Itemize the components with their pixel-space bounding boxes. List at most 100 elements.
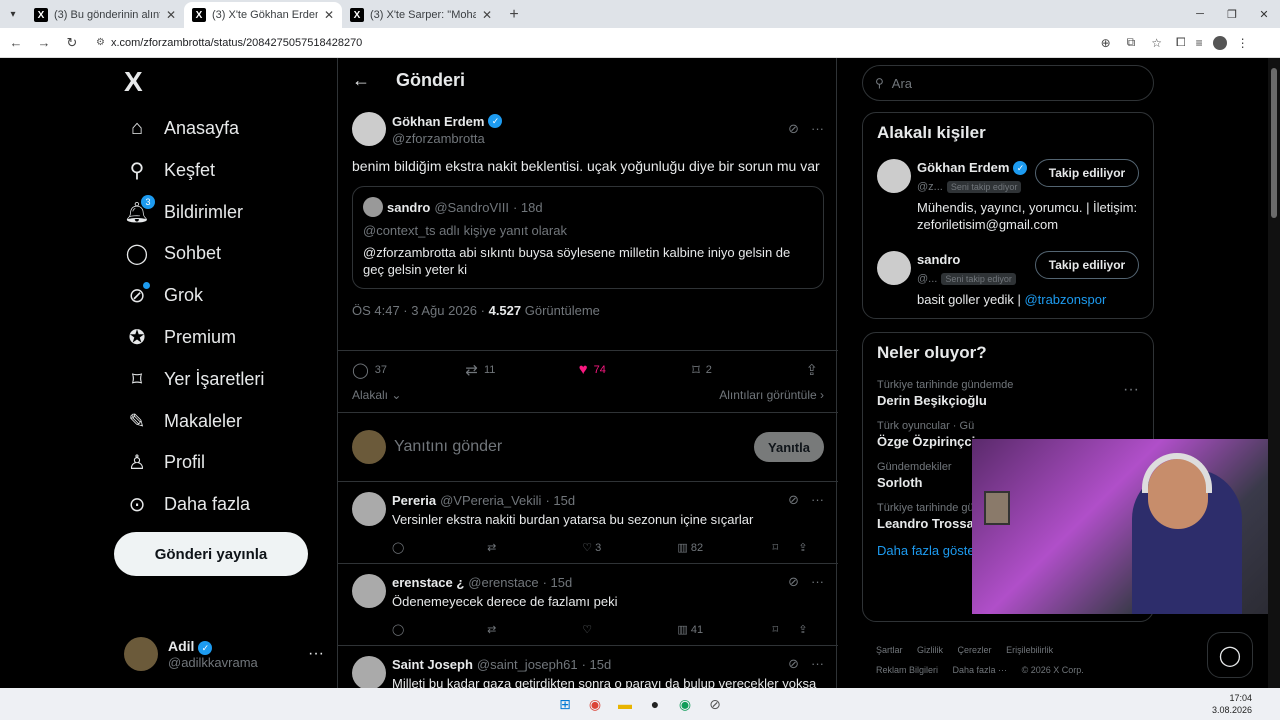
close-window-icon[interactable]: ✕	[1248, 0, 1280, 28]
chrome-profile-icon[interactable]: ◉	[674, 693, 696, 715]
bio-link[interactable]: @trabzonspor	[1024, 292, 1106, 307]
avatar[interactable]	[352, 574, 386, 608]
avatar[interactable]	[352, 656, 386, 688]
chrome-icon[interactable]: ◉	[584, 693, 606, 715]
related-person[interactable]: Gökhan Erdem ✓ @z... Seni takip ediyor Müh…	[863, 153, 1153, 239]
forward-icon[interactable]: →	[32, 31, 56, 55]
trend-item[interactable]: Türkiye tarihinde gündemde Derin Beşikçi…	[863, 373, 1153, 414]
page-scrollbar[interactable]	[1268, 58, 1280, 688]
post-button[interactable]: Gönderi yayınla	[114, 532, 308, 576]
reload-icon[interactable]: ↻	[60, 31, 84, 55]
avatar[interactable]	[352, 492, 386, 526]
scrollbar-thumb[interactable]	[1271, 68, 1277, 218]
share-icon[interactable]: ⇪	[798, 623, 824, 636]
more-icon[interactable]: ···	[811, 574, 824, 590]
restore-icon[interactable]: ❐	[1216, 0, 1248, 28]
tab-search-icon[interactable]: ▾	[0, 0, 26, 28]
like-button[interactable]: ♡ 3	[582, 541, 677, 554]
sidebar-item-notifications[interactable]: 🔔︎ 3 Bildirimler	[124, 192, 243, 232]
tweet-author-handle[interactable]: @zforzambrotta	[392, 131, 502, 146]
app-icon[interactable]: ⊘	[704, 693, 726, 715]
sidebar-item-more[interactable]: ⊙ Daha fazla	[124, 484, 250, 524]
reply-icon[interactable]: ◯	[392, 623, 487, 636]
views-button[interactable]: ▥ 41	[677, 623, 772, 636]
avatar[interactable]	[352, 112, 386, 146]
like-button[interactable]: ♥ 74	[579, 361, 692, 378]
views-button[interactable]: ▥ 82	[677, 541, 772, 554]
bookmark-button[interactable]: ⌑ 2	[692, 361, 805, 379]
bookmark-icon[interactable]: ⌑	[773, 623, 799, 636]
share-button[interactable]: ⇪	[805, 361, 824, 379]
grok-icon[interactable]: ⊘	[788, 121, 799, 137]
like-button[interactable]: ♡	[582, 623, 677, 636]
file-explorer-icon[interactable]: ▬	[614, 693, 636, 715]
following-button[interactable]: Takip ediliyor	[1035, 159, 1139, 187]
more-icon[interactable]: ···	[811, 492, 824, 508]
tweet-author-name[interactable]: Gökhan Erdem	[392, 114, 484, 129]
footer-link[interactable]: Şartlar	[876, 645, 903, 655]
reply-button[interactable]: ◯ 37	[352, 361, 465, 379]
sidebar-item-home[interactable]: ⌂ Anasayfa	[124, 108, 239, 148]
reply-submit-button[interactable]: Yanıtla	[754, 432, 824, 462]
avatar[interactable]	[877, 251, 911, 285]
site-info-icon[interactable]: ⚙	[96, 37, 105, 48]
obs-icon[interactable]: ●	[644, 693, 666, 715]
grok-icon[interactable]: ⊘	[788, 574, 799, 590]
browser-tab[interactable]: X (3) X'te Sarper: "Mohamed bizim ✕	[342, 2, 500, 28]
messages-fab[interactable]: ◯	[1207, 632, 1253, 678]
reply-icon[interactable]: ◯	[392, 541, 487, 554]
account-switcher[interactable]: Adil ✓ @adilkkavrama ···	[124, 632, 324, 676]
avatar[interactable]	[877, 159, 911, 193]
address-bar[interactable]: ⚙ x.com/zforzambrotta/status/20842750575…	[90, 30, 1170, 55]
repost-icon[interactable]: ⇄	[487, 623, 582, 636]
sidebar-item-grok[interactable]: ⊘ Grok	[124, 275, 203, 315]
repost-button[interactable]: ⇄ 11	[465, 361, 578, 379]
footer-link[interactable]: Reklam Bilgileri	[876, 665, 938, 675]
profile-avatar-icon[interactable]	[1212, 35, 1227, 50]
sidebar-item-chat[interactable]: ◯ Sohbet	[124, 233, 221, 273]
more-icon[interactable]: ···	[1123, 381, 1139, 399]
x-logo-icon[interactable]: X	[124, 66, 143, 98]
system-clock[interactable]: 17:04 3.08.2026	[1212, 692, 1252, 716]
sidebar-item-articles[interactable]: ✎ Makaleler	[124, 401, 242, 441]
reply-input[interactable]: Yanıtını gönder	[394, 438, 754, 456]
bookmark-star-icon[interactable]: ☆	[1151, 36, 1162, 50]
search-input[interactable]: ⚲ Ara	[862, 65, 1154, 101]
windows-start-icon[interactable]: ⊞	[554, 693, 576, 715]
zoom-icon[interactable]: ⊕	[1101, 36, 1111, 50]
sidebar-item-explore[interactable]: ⚲ Keşfet	[124, 150, 215, 190]
browser-tab-active[interactable]: X (3) X'te Gökhan Erdem: "benim ✕	[184, 2, 342, 28]
more-icon[interactable]: ···	[308, 645, 324, 663]
tweet-timestamp[interactable]: ÖS 4:47 · 3 Ağu 2026 ·	[352, 303, 489, 318]
share-icon[interactable]: ⇪	[798, 541, 824, 554]
footer-link[interactable]: Erişilebilirlik	[1006, 645, 1053, 655]
more-icon[interactable]: ···	[811, 656, 824, 672]
extensions-icon[interactable]: ⧠	[1176, 35, 1186, 50]
quoted-tweet[interactable]: sandro @SandroVIII · 18d @context_ts adl…	[352, 186, 824, 289]
sort-dropdown[interactable]: Alakalı ⌄	[352, 388, 401, 410]
install-icon[interactable]: ⧉	[1127, 35, 1136, 50]
sidebar-item-premium[interactable]: ✪ Premium	[124, 317, 236, 357]
following-button[interactable]: Takip ediliyor	[1035, 251, 1139, 279]
close-icon[interactable]: ✕	[324, 8, 334, 22]
new-tab-button[interactable]: +	[500, 2, 528, 28]
reply-item[interactable]: Saint Joseph @saint_joseph61 · 15d ⊘ ··· …	[338, 646, 838, 688]
grok-icon[interactable]: ⊘	[788, 656, 799, 672]
bookmark-icon[interactable]: ⌑	[773, 541, 799, 554]
reply-item[interactable]: Pereria @VPereria_Vekili · 15d ⊘ ··· Vers…	[338, 482, 838, 564]
close-icon[interactable]: ✕	[482, 8, 492, 22]
repost-icon[interactable]: ⇄	[487, 541, 582, 554]
minimize-icon[interactable]: ─	[1184, 0, 1216, 28]
back-arrow-icon[interactable]: ←	[352, 70, 370, 91]
browser-tab[interactable]: X (3) Bu gönderinin alıntılamaları ✕	[26, 2, 184, 28]
sidebar-item-bookmarks[interactable]: ⌑ Yer İşaretleri	[124, 359, 265, 399]
media-icon[interactable]: ≡	[1196, 36, 1203, 50]
footer-link[interactable]: Daha fazla ···	[953, 665, 1008, 675]
grok-icon[interactable]: ⊘	[788, 492, 799, 508]
more-icon[interactable]: ···	[811, 121, 824, 137]
back-icon[interactable]: ←	[4, 31, 28, 55]
footer-link[interactable]: Gizlilik	[917, 645, 943, 655]
view-quotes-link[interactable]: Alıntıları görüntüle ›	[719, 388, 824, 410]
footer-link[interactable]: Çerezler	[958, 645, 992, 655]
related-person[interactable]: sandro @... Seni takip ediyor basit golle…	[863, 245, 1153, 314]
